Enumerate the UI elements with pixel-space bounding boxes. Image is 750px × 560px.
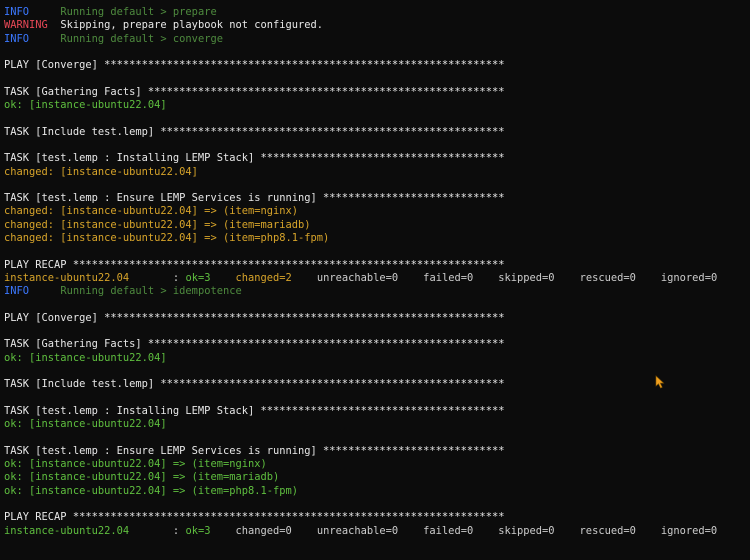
terminal-line: ok: [instance-ubuntu22.04] => (item=mari… (4, 471, 746, 484)
terminal-line: ok: [instance-ubuntu22.04] (4, 418, 746, 431)
terminal-text: changed=2 (235, 271, 292, 284)
terminal-text: TASK [test.lemp : Installing LEMP Stack]… (4, 152, 505, 165)
terminal-line: ok: [instance-ubuntu22.04] => (item=php8… (4, 485, 746, 498)
terminal-text: changed: [instance-ubuntu22.04] (4, 165, 198, 178)
terminal-line: PLAY RECAP *****************************… (4, 511, 746, 524)
terminal-text: TASK [Gathering Facts] *****************… (4, 338, 505, 351)
terminal-line: changed: [instance-ubuntu22.04] (4, 166, 746, 179)
terminal-text: changed: [instance-ubuntu22.04] => (item… (4, 232, 330, 245)
terminal-text: TASK [test.lemp : Installing LEMP Stack]… (4, 404, 505, 417)
terminal-text: INFO (4, 6, 61, 18)
terminal-line: TASK [Gathering Facts] *****************… (4, 338, 746, 351)
terminal-text: instance-ubuntu22.04 (4, 524, 130, 537)
terminal-text: PLAY [Converge] ************************… (4, 59, 505, 72)
terminal-text: PLAY [Converge] ************************… (4, 311, 505, 324)
terminal-line: TASK [test.lemp : Ensure LEMP Services i… (4, 445, 746, 458)
terminal-text: changed=0 unreachable=0 failed=0 skipped… (210, 524, 718, 537)
terminal-line: changed: [instance-ubuntu22.04] => (item… (4, 205, 746, 218)
terminal-text: Skipping, prepare playbook not configure… (60, 19, 324, 32)
terminal-line: ok: [instance-ubuntu22.04] (4, 99, 746, 112)
terminal-text: INFO (4, 32, 61, 45)
terminal-text: Running default > converge (60, 32, 223, 45)
terminal-text: unreachable=0 failed=0 skipped=0 rescued… (291, 271, 718, 284)
terminal-text: : (129, 271, 186, 284)
terminal-line: PLAY [Converge] ************************… (4, 312, 746, 325)
terminal-line: ok: [instance-ubuntu22.04] (4, 352, 746, 365)
terminal-line: instance-ubuntu22.04 : ok=3 changed=2 un… (4, 272, 746, 285)
terminal-text: PLAY RECAP *****************************… (4, 511, 505, 524)
terminal-text: changed: [instance-ubuntu22.04] => (item… (4, 205, 299, 218)
terminal-line: ok: [instance-ubuntu22.04] => (item=ngin… (4, 458, 746, 471)
terminal-line: TASK [Gathering Facts] *****************… (4, 86, 746, 99)
terminal-line: WARNING Skipping, prepare playbook not c… (4, 19, 746, 32)
terminal-text: INFO (4, 285, 61, 298)
terminal-text: ok: [instance-ubuntu22.04] => (item=php8… (4, 484, 299, 497)
terminal-line: TASK [test.lemp : Installing LEMP Stack]… (4, 405, 746, 418)
terminal-text: TASK [test.lemp : Ensure LEMP Services i… (4, 444, 505, 457)
terminal-text: : (129, 524, 186, 537)
terminal-text: changed: [instance-ubuntu22.04] => (item… (4, 218, 311, 231)
terminal-line: changed: [instance-ubuntu22.04] => (item… (4, 219, 746, 232)
terminal-text: ok: [instance-ubuntu22.04] (4, 351, 167, 364)
terminal-line: INFO Running default > idempotence (4, 285, 746, 298)
terminal-line: PLAY RECAP *****************************… (4, 259, 746, 272)
terminal-text: ok: [instance-ubuntu22.04] (4, 99, 167, 112)
terminal-text: instance-ubuntu22.04 (4, 271, 130, 284)
terminal-text: TASK [Gathering Facts] *****************… (4, 85, 505, 98)
terminal-text: Running default > idempotence (60, 285, 242, 298)
terminal-output[interactable]: INFO Running default > prepare WARNING Sk… (4, 6, 746, 538)
terminal-line: TASK [Include test.lemp] ***************… (4, 126, 746, 139)
terminal-line: TASK [Include test.lemp] ***************… (4, 378, 746, 391)
terminal-line: TASK [test.lemp : Installing LEMP Stack]… (4, 152, 746, 165)
terminal-text: TASK [Include test.lemp] ***************… (4, 125, 505, 138)
terminal-line: INFO Running default > prepare (4, 6, 746, 19)
terminal-line: PLAY [Converge] ************************… (4, 59, 746, 72)
terminal-text: ok=3 (185, 524, 211, 537)
mouse-pointer-icon (655, 375, 665, 389)
terminal-line: INFO Running default > converge (4, 33, 746, 46)
terminal-text: ok: [instance-ubuntu22.04] => (item=ngin… (4, 458, 267, 471)
terminal-text: TASK [test.lemp : Ensure LEMP Services i… (4, 192, 505, 205)
terminal-line: instance-ubuntu22.04 : ok=3 changed=0 un… (4, 525, 746, 538)
terminal-text: PLAY RECAP *****************************… (4, 258, 505, 271)
terminal-text: ok=3 (185, 271, 211, 284)
terminal-line: changed: [instance-ubuntu22.04] => (item… (4, 232, 746, 245)
terminal-text: Running default > prepare (60, 6, 217, 18)
terminal-line: TASK [test.lemp : Ensure LEMP Services i… (4, 192, 746, 205)
terminal-text: ok: [instance-ubuntu22.04] (4, 418, 167, 431)
terminal-text: WARNING (4, 19, 61, 32)
terminal-text: ok: [instance-ubuntu22.04] => (item=mari… (4, 471, 280, 484)
terminal-text: TASK [Include test.lemp] ***************… (4, 378, 505, 391)
